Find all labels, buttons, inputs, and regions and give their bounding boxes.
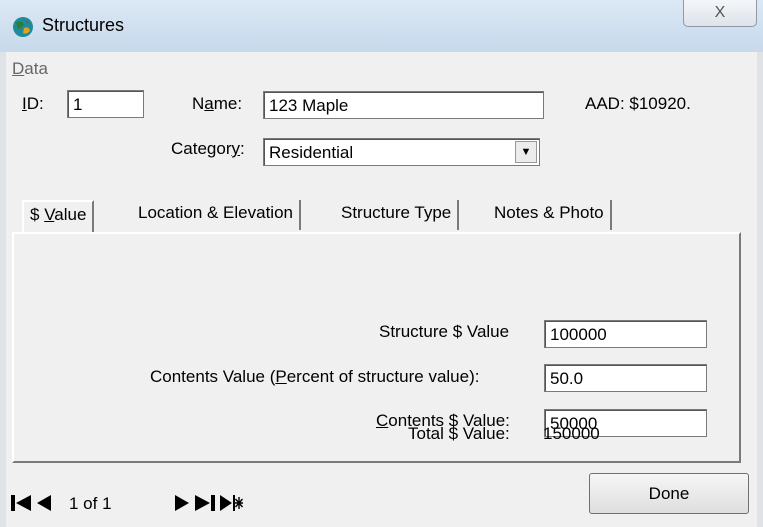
window-title: Structures [42,15,125,35]
tab-value[interactable]: $ Value [22,200,95,234]
next-record-icon[interactable] [174,494,190,512]
structure-value-field[interactable]: 100000 [544,320,707,348]
value-tab-panel: Structure $ Value 100000 Contents Value … [12,232,741,463]
tab-location-elevation[interactable]: Location & Elevation [132,200,301,230]
record-position: 1 of 1 [69,494,112,513]
done-button[interactable]: Done [589,473,749,514]
last-record-icon[interactable] [194,494,216,512]
title-bar: Structures X [0,0,763,52]
structure-value-label: Structure $ Value [379,322,510,341]
category-label: Category: [171,139,245,158]
close-button[interactable]: X [683,0,757,27]
app-globe-icon [13,17,33,37]
chevron-down-icon[interactable]: ▼ [515,141,537,163]
total-value: 150000 [543,424,600,443]
contents-percent-field[interactable]: 50.0 [544,364,707,392]
close-icon: X [714,4,726,21]
new-record-icon[interactable] [219,494,243,512]
total-value-label: Total $ Value: [408,424,510,443]
id-field[interactable]: 1 [67,90,144,118]
menu-bar: Data [6,52,757,82]
first-record-icon[interactable] [10,494,32,512]
name-label: Name: [192,94,243,113]
tab-structure-type[interactable]: Structure Type [335,200,460,230]
tab-notes-photo[interactable]: Notes & Photo [488,200,612,230]
category-select[interactable]: Residential ▼ [263,138,540,166]
category-selected-value: Residential [269,143,354,162]
window-client-area: Data ID: 1 Name: 123 Maple AAD: $10920. … [6,52,757,527]
name-field[interactable]: 123 Maple [263,91,544,119]
contents-percent-label: Contents Value (Percent of structure val… [150,367,480,386]
previous-record-icon[interactable] [36,494,52,512]
menu-data[interactable]: Data [12,59,48,79]
id-label: ID: [22,94,44,113]
aad-value: AAD: $10920. [585,94,691,113]
